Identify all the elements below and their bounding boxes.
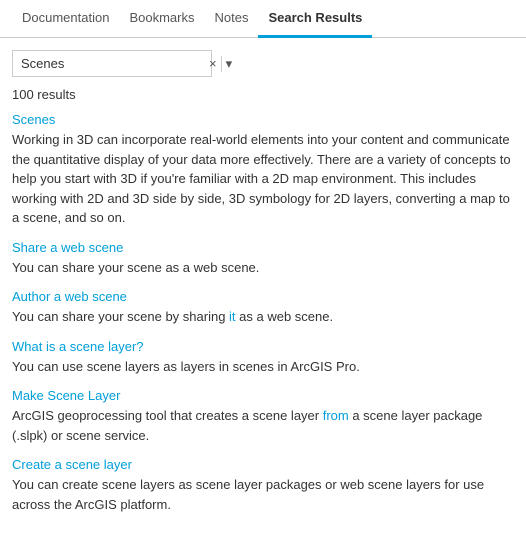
result-body-create-scene-layer: You can create scene layers as scene lay… (12, 475, 514, 514)
search-input[interactable] (13, 51, 205, 76)
result-item-make-scene-layer: Make Scene Layer ArcGIS geoprocessing to… (0, 388, 526, 457)
search-dropdown-button[interactable]: ▾ (221, 56, 237, 72)
make-scene-layer-link[interactable]: from (323, 408, 349, 423)
nav-tabs: Documentation Bookmarks Notes Search Res… (0, 0, 526, 38)
result-title-what-is-scene-layer[interactable]: What is a scene layer? (12, 339, 514, 354)
result-item-what-is-scene-layer: What is a scene layer? You can use scene… (0, 339, 526, 389)
result-body-what-is-scene-layer: You can use scene layers as layers in sc… (12, 357, 514, 377)
result-body-share-web-scene: You can share your scene as a web scene. (12, 258, 514, 278)
result-title-author-web-scene[interactable]: Author a web scene (12, 289, 514, 304)
result-item-create-scene-layer: Create a scene layer You can create scen… (0, 457, 526, 526)
tab-bookmarks[interactable]: Bookmarks (119, 0, 204, 38)
author-web-scene-link[interactable]: it (229, 309, 236, 324)
result-body-make-scene-layer: ArcGIS geoprocessing tool that creates a… (12, 406, 514, 445)
tab-notes[interactable]: Notes (204, 0, 258, 38)
result-title-share-web-scene[interactable]: Share a web scene (12, 240, 514, 255)
search-clear-button[interactable]: × (205, 56, 221, 71)
result-title-create-scene-layer[interactable]: Create a scene layer (12, 457, 514, 472)
result-item-scenes: Scenes Working in 3D can incorporate rea… (0, 112, 526, 240)
search-container: × ▾ (0, 50, 526, 77)
result-item-author-web-scene: Author a web scene You can share your sc… (0, 289, 526, 339)
search-box: × ▾ (12, 50, 212, 77)
tab-documentation[interactable]: Documentation (12, 0, 119, 38)
result-item-share-web-scene: Share a web scene You can share your sce… (0, 240, 526, 290)
results-count: 100 results (0, 87, 526, 102)
result-title-scenes[interactable]: Scenes (12, 112, 514, 127)
result-body-author-web-scene: You can share your scene by sharing it a… (12, 307, 514, 327)
result-title-make-scene-layer[interactable]: Make Scene Layer (12, 388, 514, 403)
tab-search-results[interactable]: Search Results (258, 0, 372, 38)
result-body-scenes: Working in 3D can incorporate real-world… (12, 130, 514, 228)
